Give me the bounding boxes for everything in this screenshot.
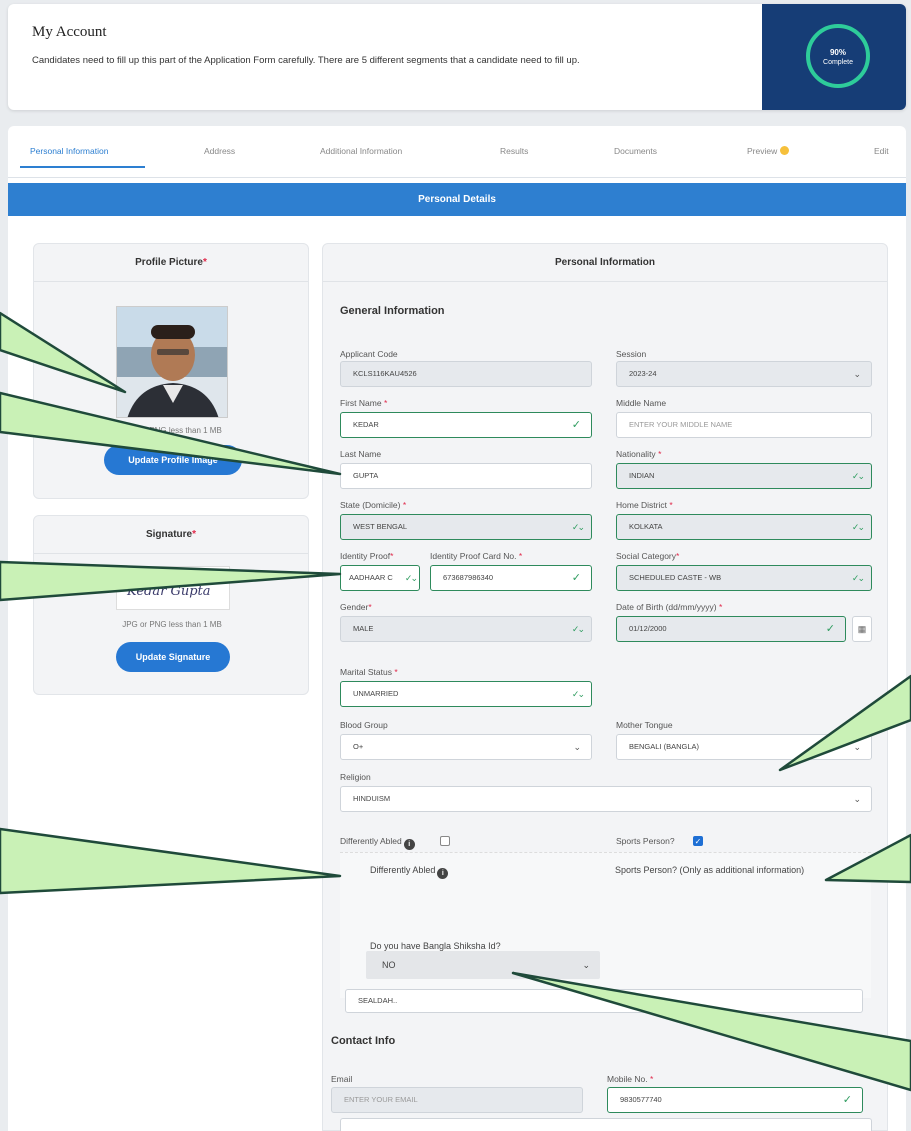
callout-profile-photo: [0, 311, 127, 394]
callout-sports-person: [824, 833, 911, 884]
callout-annotations: [0, 311, 911, 1092]
callout-identity-proof: [0, 560, 342, 602]
callout-mother-tongue: [778, 674, 911, 772]
callout-differently-abled: [0, 827, 342, 895]
callout-bangla-shiksha: [511, 971, 911, 1092]
callout-last-name: [0, 391, 342, 476]
